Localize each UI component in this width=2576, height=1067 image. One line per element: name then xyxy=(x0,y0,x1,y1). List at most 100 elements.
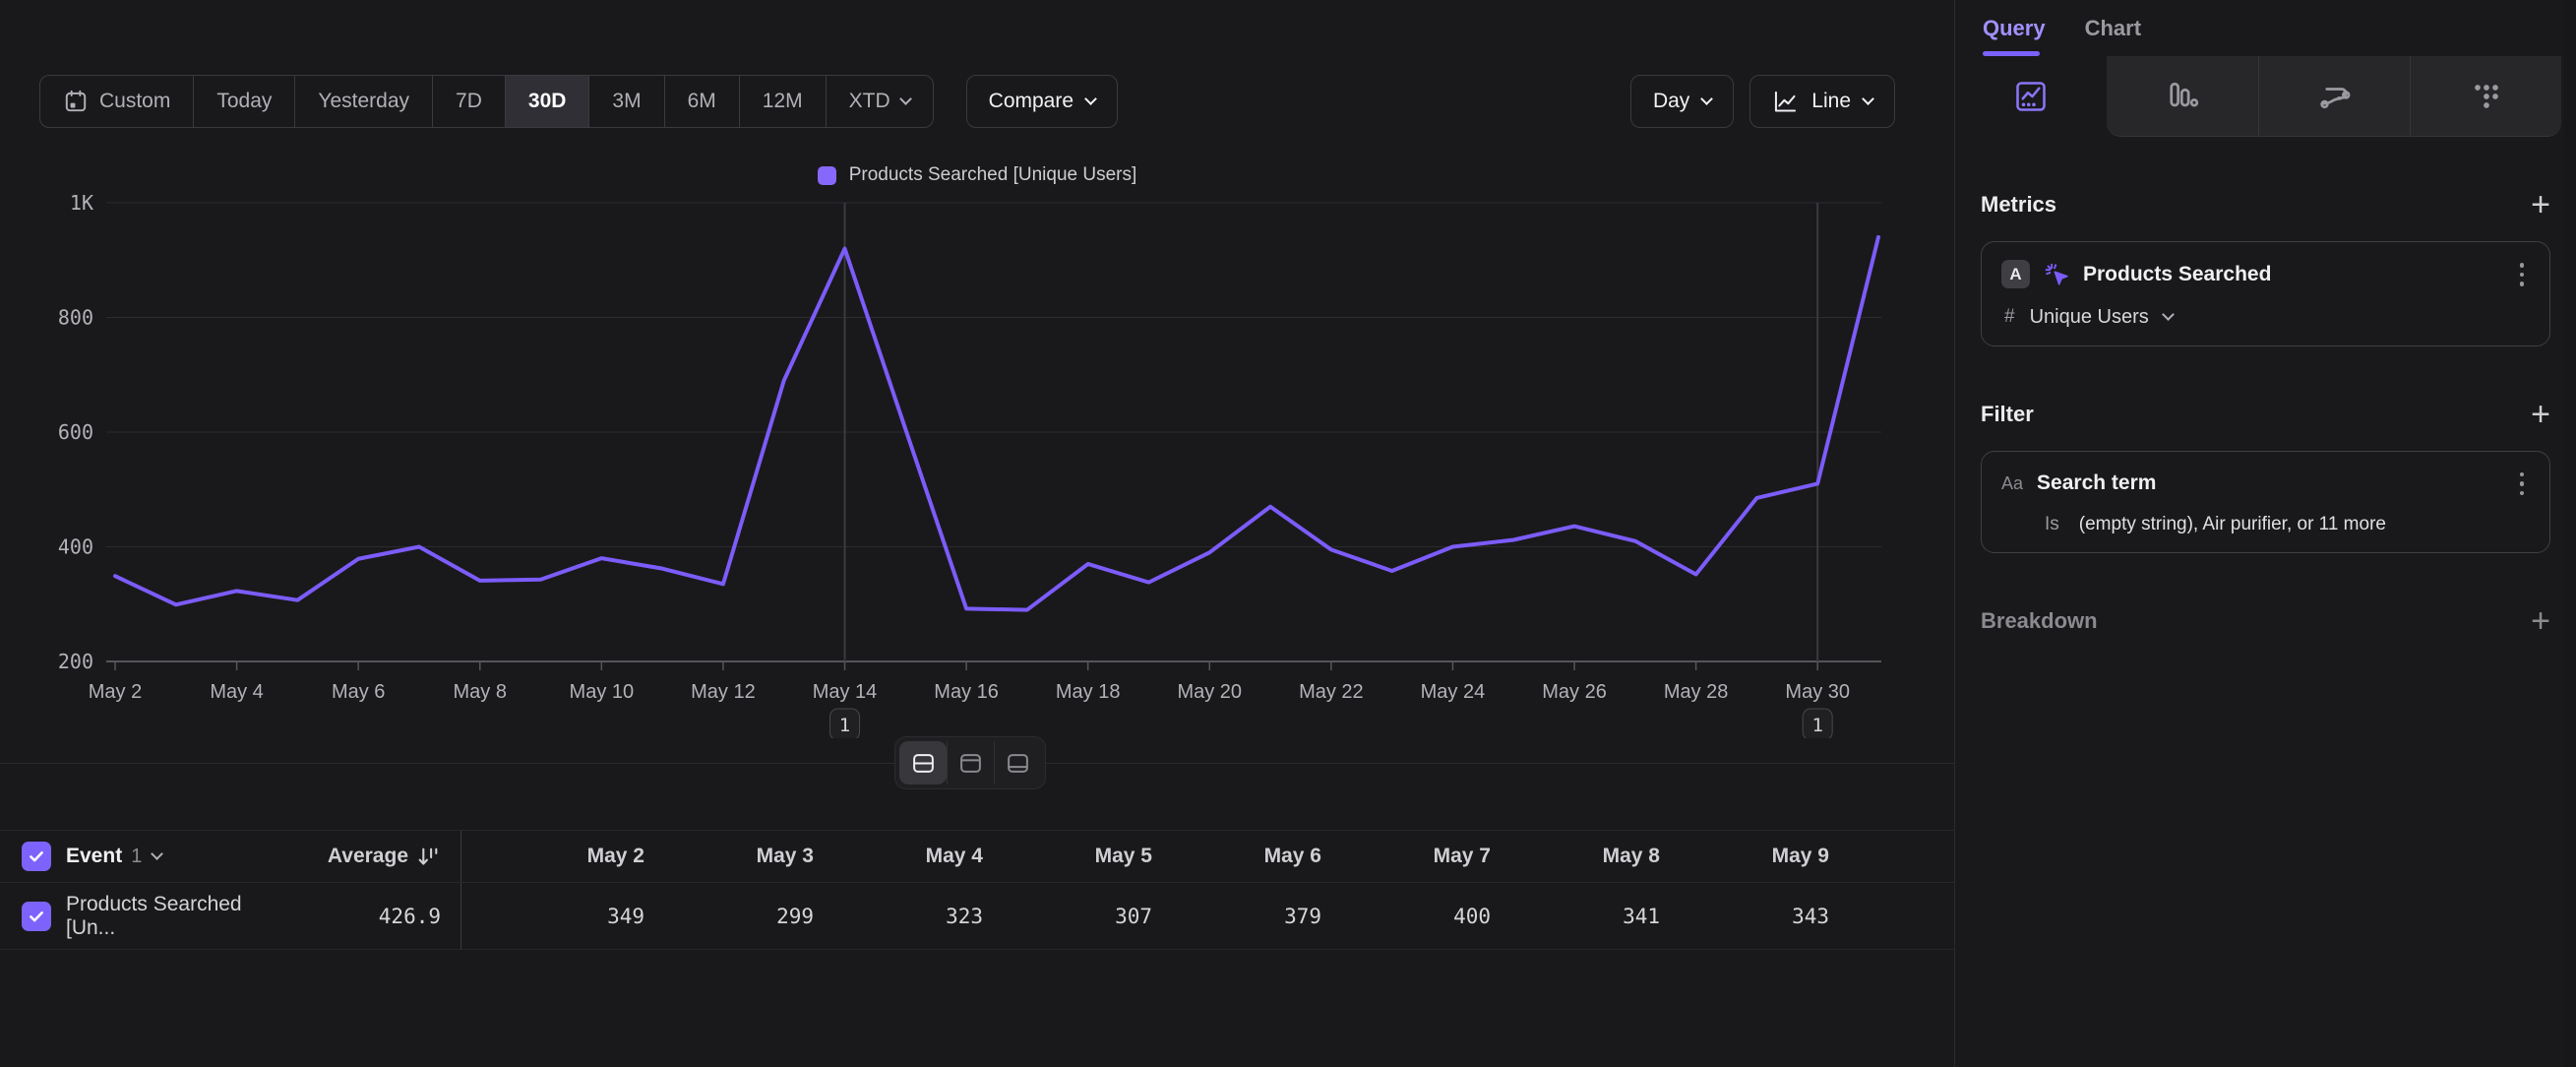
event-click-icon xyxy=(2044,262,2069,287)
compare-button[interactable]: Compare xyxy=(966,75,1118,128)
breakdown-section-header: Breakdown + xyxy=(1981,608,2550,634)
sidebar-tabs: Query Chart xyxy=(1955,0,2576,56)
table-focus-button[interactable] xyxy=(994,741,1041,785)
filter-section-header: Filter + xyxy=(1981,402,2550,427)
legend-series-label[interactable]: Products Searched [Unique Users] xyxy=(849,164,1137,186)
date-column-header: May 9 xyxy=(1660,845,1829,868)
bar-chart-icon xyxy=(2165,79,2200,114)
row-series-label[interactable]: Products Searched [Un... xyxy=(66,893,295,940)
average-column-header[interactable]: Average xyxy=(328,845,408,868)
chart-focus-icon xyxy=(957,751,984,776)
cell-value: 400 xyxy=(1321,905,1491,928)
chart-legend: Products Searched [Unique Users] xyxy=(0,164,1954,186)
x-axis-label: May 10 xyxy=(570,681,635,703)
chevron-down-icon[interactable] xyxy=(151,847,163,860)
main-panel: Custom Today Yesterday 7D 30D 3M 6M 12M … xyxy=(0,0,1954,1067)
chevron-down-icon xyxy=(1862,93,1874,105)
chart-focus-button[interactable] xyxy=(947,741,994,785)
table-focus-icon xyxy=(1005,751,1031,776)
filter-card[interactable]: Aa Search term Is (empty string), Air pu… xyxy=(1981,451,2550,554)
sort-descending-icon[interactable] xyxy=(416,845,441,869)
tab-insights-line[interactable] xyxy=(1955,56,2107,137)
date-column-header: May 3 xyxy=(644,845,814,868)
cell-value: 307 xyxy=(983,905,1152,928)
range-custom-label: Custom xyxy=(99,90,170,113)
x-axis-label: May 8 xyxy=(454,681,507,703)
cell-value: 299 xyxy=(644,905,814,928)
x-axis-label: May 4 xyxy=(210,681,263,703)
range-12m[interactable]: 12M xyxy=(739,76,826,127)
line-chart[interactable]: 2004006008001KMay 2May 4May 6May 8May 10… xyxy=(0,187,1954,738)
filter-condition[interactable]: Is (empty string), Air purifier, or 11 m… xyxy=(2001,514,2530,535)
aggregation-selector[interactable]: # Unique Users xyxy=(2001,306,2530,329)
chevron-down-icon xyxy=(899,93,912,105)
cell-value: 349 xyxy=(461,905,644,928)
range-7d[interactable]: 7D xyxy=(432,76,505,127)
tab-bar-chart[interactable] xyxy=(2107,56,2258,137)
date-column-header: May 7 xyxy=(1321,845,1491,868)
date-column-header: May 6 xyxy=(1152,845,1321,868)
retention-dots-icon xyxy=(2469,79,2504,114)
add-filter-button[interactable]: + xyxy=(2531,402,2550,427)
metric-menu-button[interactable] xyxy=(2514,259,2531,290)
row-checkbox[interactable] xyxy=(22,902,51,931)
range-xtd[interactable]: XTD xyxy=(826,76,933,127)
split-even-button[interactable] xyxy=(899,741,947,785)
filter-operator: Is xyxy=(2045,514,2059,535)
series-line[interactable] xyxy=(115,237,1878,610)
active-tab-underline xyxy=(1983,51,2040,56)
tab-chart[interactable]: Chart xyxy=(2085,16,2141,41)
filter-value: (empty string), Air purifier, or 11 more xyxy=(2079,514,2386,535)
calendar-icon xyxy=(63,89,89,114)
annotation-badge-count[interactable]: 1 xyxy=(839,715,850,736)
event-column-header[interactable]: Event xyxy=(66,845,122,868)
range-custom[interactable]: Custom xyxy=(40,76,193,127)
metric-letter-badge: A xyxy=(2001,260,2030,288)
filter-property-name[interactable]: Search term xyxy=(2037,471,2499,495)
cell-value: 343 xyxy=(1660,905,1829,928)
tab-retention[interactable] xyxy=(2410,56,2561,137)
range-6m[interactable]: 6M xyxy=(664,76,739,127)
tab-flows[interactable] xyxy=(2258,56,2410,137)
x-axis-label: May 28 xyxy=(1664,681,1729,703)
x-axis-label: May 14 xyxy=(813,681,878,703)
y-axis-label: 600 xyxy=(58,420,93,444)
add-breakdown-button[interactable]: + xyxy=(2531,608,2550,634)
insights-line-icon xyxy=(2013,79,2049,114)
date-column-header: May 5 xyxy=(983,845,1152,868)
y-axis-label: 200 xyxy=(58,650,93,673)
date-column-header: May 8 xyxy=(1491,845,1660,868)
chart-type-tabs xyxy=(1955,56,2576,137)
range-today[interactable]: Today xyxy=(193,76,294,127)
date-column-header: May 4 xyxy=(814,845,983,868)
granularity-dropdown[interactable]: Day xyxy=(1630,75,1734,128)
range-30d[interactable]: 30D xyxy=(505,76,589,127)
metric-event-name[interactable]: Products Searched xyxy=(2083,263,2500,286)
select-all-checkbox[interactable] xyxy=(22,842,51,871)
cell-value: 379 xyxy=(1152,905,1321,928)
y-axis-label: 800 xyxy=(58,306,93,330)
metrics-title: Metrics xyxy=(1981,192,2056,218)
x-axis-label: May 20 xyxy=(1177,681,1242,703)
chart-type-dropdown[interactable]: Line xyxy=(1749,75,1895,128)
y-axis-label: 400 xyxy=(58,535,93,559)
split-even-icon xyxy=(910,751,937,776)
row-average-value: 426.9 xyxy=(379,905,441,928)
aggregation-value: Unique Users xyxy=(2030,306,2149,329)
range-yesterday[interactable]: Yesterday xyxy=(294,76,432,127)
date-range-group: Custom Today Yesterday 7D 30D 3M 6M 12M … xyxy=(39,75,934,128)
tab-query[interactable]: Query xyxy=(1983,16,2046,41)
x-axis-label: May 6 xyxy=(332,681,385,703)
filter-menu-button[interactable] xyxy=(2514,469,2531,500)
check-icon xyxy=(28,847,45,865)
chevron-down-icon xyxy=(1084,93,1097,105)
annotation-badge-count[interactable]: 1 xyxy=(1811,715,1822,736)
add-metric-button[interactable]: + xyxy=(2531,192,2550,218)
range-3m[interactable]: 3M xyxy=(588,76,663,127)
legend-swatch xyxy=(818,166,836,185)
x-axis-label: May 18 xyxy=(1056,681,1121,703)
check-icon xyxy=(28,908,45,925)
scrollbar-gutter[interactable] xyxy=(2564,0,2576,1067)
split-layout-toggle xyxy=(894,736,1046,789)
metric-card[interactable]: A Products Searched # Unique Users xyxy=(1981,241,2550,346)
